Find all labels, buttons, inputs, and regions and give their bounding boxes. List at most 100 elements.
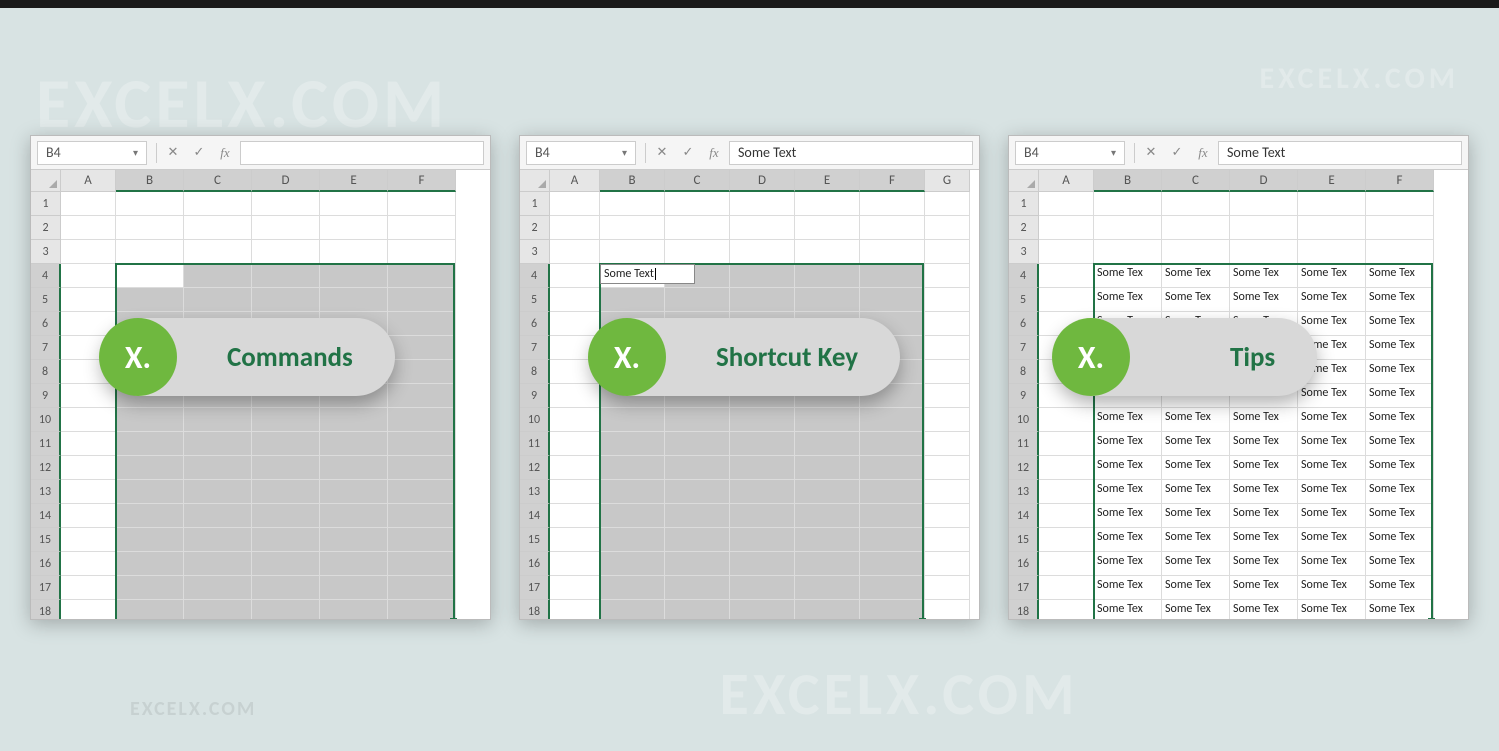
dropdown-arrow-icon[interactable]: ▾: [1111, 146, 1116, 159]
cell[interactable]: Some Tex: [1366, 312, 1434, 336]
cell[interactable]: Some Tex: [1162, 576, 1230, 600]
cell[interactable]: [252, 432, 320, 456]
cell[interactable]: [388, 336, 456, 360]
cell[interactable]: [61, 192, 116, 216]
row-header[interactable]: 6: [31, 312, 61, 336]
cell[interactable]: [252, 192, 320, 216]
cell[interactable]: Some Tex: [1298, 264, 1366, 288]
formula-input[interactable]: Some Text: [729, 141, 973, 165]
cell[interactable]: [550, 504, 600, 528]
row-header[interactable]: 14: [31, 504, 61, 528]
cell[interactable]: [665, 600, 730, 619]
cell[interactable]: [925, 192, 970, 216]
cell[interactable]: [600, 600, 665, 619]
cell[interactable]: [925, 576, 970, 600]
row-header[interactable]: 2: [1009, 216, 1039, 240]
cell[interactable]: [116, 480, 184, 504]
cell[interactable]: [860, 264, 925, 288]
cell[interactable]: [860, 432, 925, 456]
cell[interactable]: [550, 456, 600, 480]
cell[interactable]: Some Tex: [1094, 528, 1162, 552]
cell[interactable]: [388, 432, 456, 456]
cell[interactable]: [860, 288, 925, 312]
cell[interactable]: [252, 504, 320, 528]
cell[interactable]: [252, 576, 320, 600]
cell[interactable]: [550, 240, 600, 264]
cell[interactable]: [1230, 192, 1298, 216]
cell[interactable]: [550, 552, 600, 576]
cell[interactable]: [665, 456, 730, 480]
row-header[interactable]: 14: [520, 504, 550, 528]
cell[interactable]: [320, 216, 388, 240]
cell[interactable]: [600, 480, 665, 504]
select-all-corner[interactable]: [31, 170, 61, 192]
row-header[interactable]: 9: [520, 384, 550, 408]
cell[interactable]: Some Tex: [1298, 576, 1366, 600]
column-header[interactable]: B: [116, 170, 184, 192]
cell[interactable]: [1039, 552, 1094, 576]
cell[interactable]: [388, 552, 456, 576]
row-header[interactable]: 8: [31, 360, 61, 384]
cell[interactable]: [550, 384, 600, 408]
cell[interactable]: [252, 264, 320, 288]
cell[interactable]: [860, 408, 925, 432]
row-header[interactable]: 11: [520, 432, 550, 456]
cell[interactable]: [320, 456, 388, 480]
name-box[interactable]: B4 ▾: [526, 141, 636, 165]
cell[interactable]: [665, 192, 730, 216]
cell[interactable]: [795, 288, 860, 312]
cell[interactable]: [116, 264, 184, 288]
cell[interactable]: [388, 192, 456, 216]
cell[interactable]: [1039, 600, 1094, 619]
cell[interactable]: [116, 456, 184, 480]
cell[interactable]: [1094, 240, 1162, 264]
cell[interactable]: [116, 576, 184, 600]
column-header[interactable]: F: [1366, 170, 1434, 192]
cell[interactable]: [600, 528, 665, 552]
cell[interactable]: [184, 456, 252, 480]
row-header[interactable]: 16: [31, 552, 61, 576]
enter-icon[interactable]: ✓: [675, 145, 701, 160]
cell[interactable]: [665, 288, 730, 312]
cell[interactable]: Some Tex: [1366, 432, 1434, 456]
row-header[interactable]: 17: [520, 576, 550, 600]
cell[interactable]: [252, 552, 320, 576]
column-header[interactable]: E: [795, 170, 860, 192]
cell[interactable]: [116, 432, 184, 456]
cell[interactable]: [184, 264, 252, 288]
column-header[interactable]: D: [252, 170, 320, 192]
cell[interactable]: [320, 600, 388, 619]
cell[interactable]: [860, 576, 925, 600]
cell[interactable]: [388, 264, 456, 288]
cell[interactable]: [61, 552, 116, 576]
cell[interactable]: [184, 528, 252, 552]
cell[interactable]: [550, 192, 600, 216]
cell[interactable]: Some Tex: [1298, 600, 1366, 619]
cell[interactable]: Some Tex: [1230, 576, 1298, 600]
cell[interactable]: [860, 528, 925, 552]
cell[interactable]: [320, 552, 388, 576]
cell[interactable]: [665, 480, 730, 504]
cell[interactable]: Some Tex: [1298, 408, 1366, 432]
cell[interactable]: [184, 408, 252, 432]
column-header[interactable]: B: [1094, 170, 1162, 192]
cell[interactable]: [665, 216, 730, 240]
cell[interactable]: [600, 216, 665, 240]
cell[interactable]: [550, 216, 600, 240]
cell[interactable]: [730, 192, 795, 216]
cell[interactable]: [550, 480, 600, 504]
cell-editor[interactable]: Some Text: [600, 264, 695, 284]
cell[interactable]: [116, 192, 184, 216]
row-header[interactable]: 2: [31, 216, 61, 240]
cell[interactable]: [61, 216, 116, 240]
row-header[interactable]: 12: [31, 456, 61, 480]
cell[interactable]: [860, 192, 925, 216]
cell[interactable]: [925, 360, 970, 384]
cell[interactable]: [730, 240, 795, 264]
column-header[interactable]: A: [1039, 170, 1094, 192]
cell[interactable]: Some Tex: [1162, 480, 1230, 504]
cell[interactable]: [388, 408, 456, 432]
cell[interactable]: [116, 504, 184, 528]
cell[interactable]: Some Tex: [1162, 504, 1230, 528]
cell[interactable]: [925, 600, 970, 619]
